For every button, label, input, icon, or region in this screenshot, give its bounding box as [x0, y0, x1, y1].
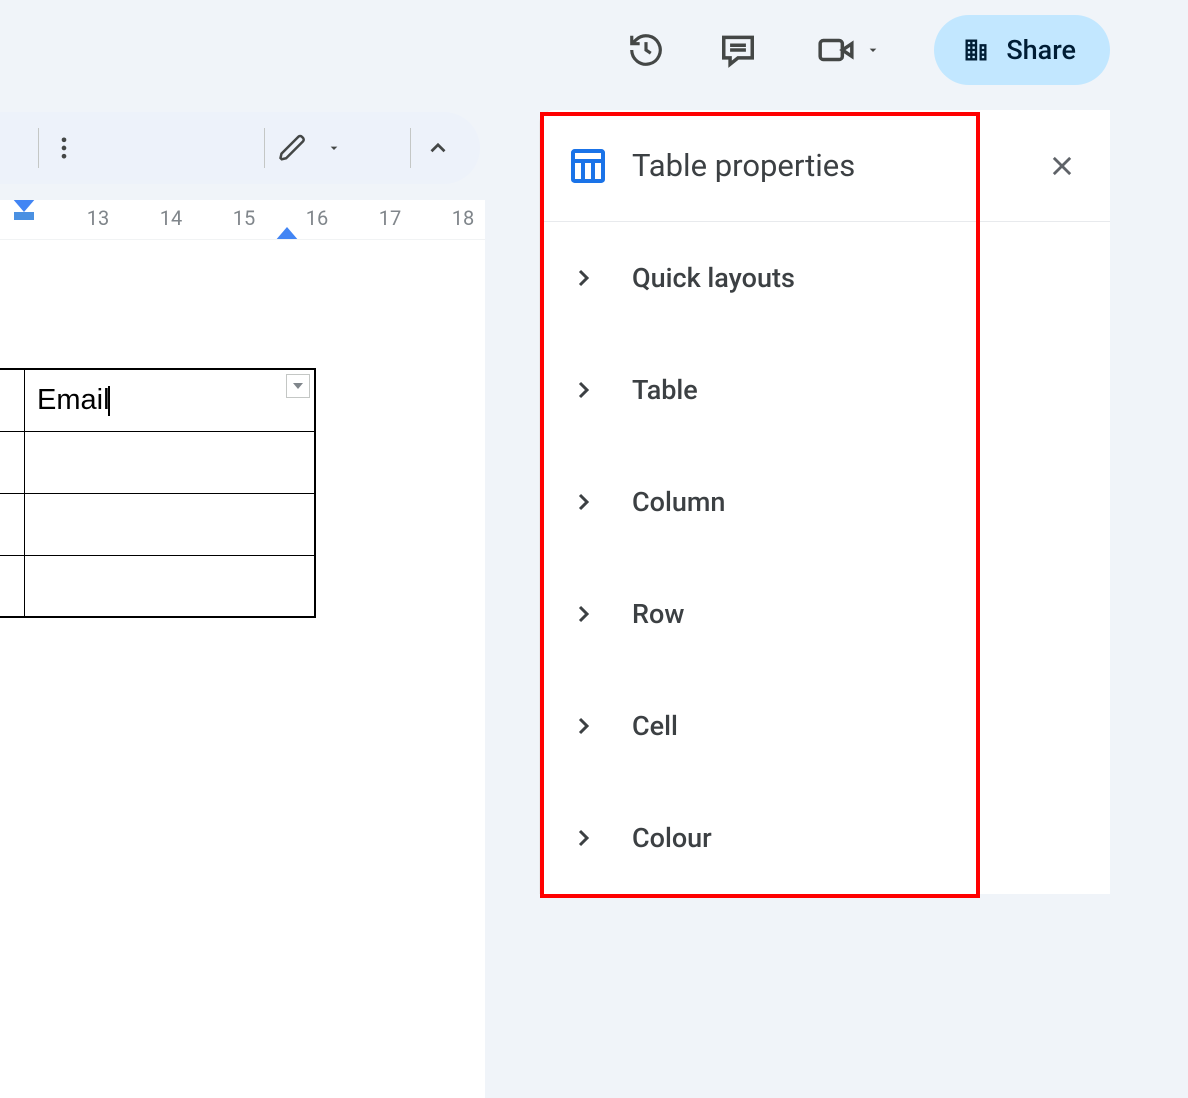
table-row[interactable] — [0, 431, 315, 493]
chevron-down-icon — [326, 140, 342, 156]
meet-button[interactable] — [804, 24, 894, 76]
chevron-right-icon — [564, 259, 602, 297]
first-line-indent-icon[interactable] — [12, 200, 36, 212]
table-row[interactable] — [0, 555, 315, 617]
table-cell[interactable] — [25, 493, 315, 555]
table-cell[interactable] — [0, 555, 25, 617]
chevron-right-icon — [564, 595, 602, 633]
chevron-right-icon — [564, 707, 602, 745]
section-cell[interactable]: Cell — [540, 670, 1110, 782]
panel-header: Table properties — [540, 110, 1110, 222]
separator — [38, 128, 39, 168]
table-icon — [568, 146, 608, 186]
ruler-number: 13 — [87, 206, 109, 230]
share-label: Share — [1006, 34, 1076, 66]
more-options-icon[interactable] — [44, 128, 84, 168]
building-icon — [962, 36, 990, 64]
comments-icon[interactable] — [712, 24, 764, 76]
ruler-number: 16 — [306, 206, 328, 230]
ruler-number: 15 — [233, 206, 255, 230]
table-cell[interactable] — [0, 369, 25, 431]
section-label: Quick layouts — [632, 262, 795, 294]
indent-marker-icon[interactable] — [14, 212, 34, 220]
ruler-number: 17 — [379, 206, 401, 230]
section-label: Colour — [632, 822, 712, 854]
panel-title: Table properties — [632, 147, 855, 184]
ruler-number: 14 — [160, 206, 182, 230]
close-panel-button[interactable] — [1042, 146, 1082, 186]
secondary-toolbar — [0, 112, 480, 184]
horizontal-ruler[interactable]: 13 14 15 16 17 18 — [0, 200, 485, 240]
separator — [410, 128, 411, 168]
section-table[interactable]: Table — [540, 334, 1110, 446]
section-column[interactable]: Column — [540, 446, 1110, 558]
close-icon — [1048, 152, 1076, 180]
document-canvas[interactable]: Email — [0, 240, 485, 1098]
table-properties-panel: Table properties Quick layouts Table Col… — [540, 110, 1110, 894]
chevron-right-icon — [564, 371, 602, 409]
pencil-icon — [278, 133, 308, 163]
chevron-right-icon — [564, 819, 602, 857]
text-cursor — [108, 386, 110, 416]
table-cell[interactable] — [0, 493, 25, 555]
section-label: Column — [632, 486, 725, 518]
share-button[interactable]: Share — [934, 15, 1110, 85]
separator — [264, 128, 265, 168]
table-cell[interactable]: Email — [25, 369, 315, 431]
ruler-number: 18 — [452, 206, 474, 230]
table-cell[interactable] — [25, 555, 315, 617]
table-cell[interactable] — [25, 431, 315, 493]
table-row[interactable] — [0, 493, 315, 555]
section-row[interactable]: Row — [540, 558, 1110, 670]
cell-text: Email — [37, 384, 110, 416]
table-cell[interactable] — [0, 431, 25, 493]
column-menu-icon[interactable] — [286, 374, 310, 398]
section-label: Table — [632, 374, 698, 406]
version-history-icon[interactable] — [620, 24, 672, 76]
section-quick-layouts[interactable]: Quick layouts — [540, 222, 1110, 334]
section-label: Row — [632, 598, 684, 630]
right-indent-icon[interactable] — [275, 227, 299, 240]
chevron-right-icon — [564, 483, 602, 521]
top-bar: Share — [0, 0, 1188, 100]
collapse-toolbar-icon[interactable] — [418, 128, 458, 168]
editing-mode-button[interactable] — [278, 133, 342, 163]
document-table[interactable]: Email — [0, 368, 316, 618]
section-colour[interactable]: Colour — [540, 782, 1110, 894]
table-row[interactable]: Email — [0, 369, 315, 431]
section-label: Cell — [632, 710, 678, 742]
